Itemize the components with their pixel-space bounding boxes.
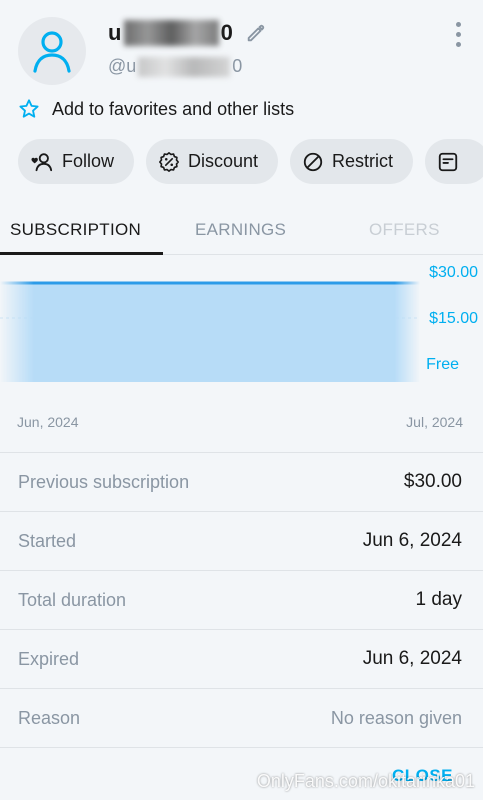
pencil-icon[interactable] <box>245 22 267 44</box>
display-name-start: u <box>108 20 122 45</box>
profile-header: u 0 @u 0 Add to favorites and other list… <box>0 0 483 200</box>
add-to-favorites-link[interactable]: Add to favorites and other lists <box>18 98 294 120</box>
y-tick-30: $30.00 <box>429 264 478 281</box>
detail-label: Total duration <box>18 589 127 610</box>
detail-row: Expired Jun 6, 2024 <box>0 629 483 688</box>
follow-icon <box>31 152 53 171</box>
more-action-button[interactable] <box>425 139 483 184</box>
note-icon <box>438 152 458 171</box>
discount-label: Discount <box>188 151 259 171</box>
detail-row: Started Jun 6, 2024 <box>0 511 483 570</box>
y-tick-free: Free <box>426 356 459 373</box>
handle-row: @u 0 <box>108 56 242 77</box>
restrict-button[interactable]: Restrict <box>290 139 414 184</box>
detail-value: $30.00 <box>403 471 462 492</box>
area-fill <box>0 283 420 382</box>
detail-label: Reason <box>18 707 81 728</box>
active-tab-indicator <box>0 252 163 255</box>
more-vertical-icon[interactable] <box>456 22 461 47</box>
follow-button[interactable]: Follow <box>18 139 135 184</box>
detail-label: Previous subscription <box>18 471 190 492</box>
display-name-end: 0 <box>220 20 234 45</box>
x-tick-jun: Jun, 2024 <box>17 414 79 430</box>
detail-label: Expired <box>18 648 80 669</box>
redacted-name-block <box>123 20 219 46</box>
handle-start: @u <box>108 56 137 76</box>
tab-subscription[interactable]: SUBSCRIPTION <box>10 220 141 240</box>
redacted-handle-block <box>138 56 231 77</box>
discount-button[interactable]: Discount <box>146 139 279 184</box>
tab-offers[interactable]: OFFERS <box>369 220 440 240</box>
detail-row: Total duration 1 day <box>0 570 483 629</box>
display-name-row: u 0 <box>108 20 267 46</box>
user-icon <box>33 31 71 73</box>
detail-value: Jun 6, 2024 <box>362 530 462 551</box>
action-chips: Follow Discount Restrict <box>18 139 483 184</box>
detail-row: Reason No reason given <box>0 688 483 748</box>
restrict-label: Restrict <box>332 151 394 171</box>
tab-earnings[interactable]: EARNINGS <box>195 220 286 240</box>
detail-label: Started <box>18 530 77 551</box>
add-to-favorites-label: Add to favorites and other lists <box>52 98 295 119</box>
star-outline-icon <box>19 99 39 118</box>
watermark: OnlyFans.com/okitarinka01 <box>256 771 475 791</box>
detail-value: Jun 6, 2024 <box>362 648 462 669</box>
x-tick-jul: Jul, 2024 <box>406 414 463 430</box>
restrict-icon <box>303 152 323 171</box>
discount-icon <box>159 151 180 172</box>
detail-row: Previous subscription $30.00 <box>0 452 483 511</box>
y-tick-15: $15.00 <box>429 310 478 327</box>
subscription-chart: $30.00 $15.00 Free Jun, 2024 Jul, 2024 <box>0 256 483 436</box>
subscription-details: Previous subscription $30.00 Started Jun… <box>0 452 483 748</box>
tab-bar: SUBSCRIPTION EARNINGS OFFERS <box>0 207 483 255</box>
handle-end: 0 <box>232 56 243 76</box>
follow-label: Follow <box>62 151 115 171</box>
avatar[interactable] <box>18 17 86 85</box>
detail-value: 1 day <box>415 589 462 610</box>
detail-value: No reason given <box>330 707 462 728</box>
chart-svg <box>0 281 420 382</box>
